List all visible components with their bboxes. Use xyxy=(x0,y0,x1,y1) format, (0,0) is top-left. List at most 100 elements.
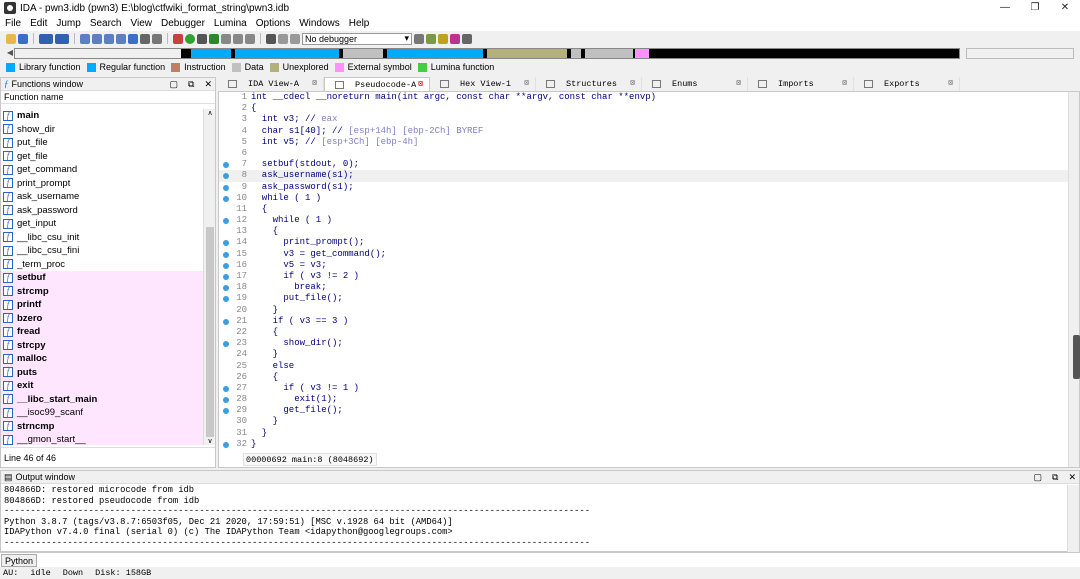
code-line[interactable]: 7 setbuf(stdout, 0); xyxy=(219,159,1069,170)
pane-float-icon[interactable]: ⧉ xyxy=(1052,471,1058,484)
breakpoint-dot-icon[interactable] xyxy=(219,126,233,137)
code-line[interactable]: 13 { xyxy=(219,226,1069,237)
function-list-item[interactable]: f strcmp xyxy=(1,284,205,298)
mark-icon[interactable] xyxy=(233,33,243,44)
tab-close-icon[interactable]: ⊠ xyxy=(842,77,847,91)
function-list-item[interactable]: f put_file xyxy=(1,136,205,150)
code-line[interactable]: 12 while ( 1 ) xyxy=(219,215,1069,226)
plugin-icon[interactable] xyxy=(209,33,219,44)
stop-icon[interactable] xyxy=(290,33,300,44)
code-line[interactable]: 22 { xyxy=(219,327,1069,338)
function-list-item[interactable]: f get_file xyxy=(1,150,205,164)
navigation-strip[interactable] xyxy=(14,47,960,59)
code-line[interactable]: 5 int v5; // [esp+3Ch] [ebp-4h] xyxy=(219,137,1069,148)
search-icon[interactable] xyxy=(140,33,150,44)
side-scroll-handle[interactable] xyxy=(1073,335,1080,379)
tab-hex-view-1[interactable]: Hex View-1 ⊠ xyxy=(430,77,536,91)
code-line[interactable]: 16 v5 = v3; xyxy=(219,260,1069,271)
code-line[interactable]: 15 v3 = get_command(); xyxy=(219,249,1069,260)
code-line[interactable]: 14 print_prompt(); xyxy=(219,237,1069,248)
menu-search[interactable]: Search xyxy=(90,18,122,29)
output-scrollbar[interactable] xyxy=(1067,485,1079,552)
open-folder-icon[interactable] xyxy=(6,33,16,44)
breakpoint-dot-icon[interactable] xyxy=(219,361,233,372)
code-line[interactable]: 6 xyxy=(219,148,1069,159)
breakpoint-dot-icon[interactable] xyxy=(219,170,233,181)
binary-icon[interactable] xyxy=(80,33,90,44)
scroll-thumb[interactable] xyxy=(206,227,214,437)
tab-close-icon[interactable]: ⊠ xyxy=(630,77,635,91)
breakpoint-dot-icon[interactable] xyxy=(219,394,233,405)
enum-icon[interactable] xyxy=(116,33,126,44)
pseudocode-view[interactable]: 1 int __cdecl __noreturn main(int argc, c… xyxy=(218,91,1080,468)
hex-icon[interactable] xyxy=(92,33,102,44)
breakpoint-dot-icon[interactable] xyxy=(219,282,233,293)
function-list-item[interactable]: f strcpy xyxy=(1,338,205,352)
breakpoint-dot-icon[interactable] xyxy=(219,316,233,327)
breakpoint-dot-icon[interactable] xyxy=(219,237,233,248)
tab-close-icon[interactable]: ⊠ xyxy=(524,77,529,91)
breakpoint-dot-icon[interactable] xyxy=(219,226,233,237)
tab-ida-view-a[interactable]: IDA View-A ⊠ xyxy=(218,77,324,91)
function-list-item[interactable]: f fread xyxy=(1,325,205,339)
menu-edit[interactable]: Edit xyxy=(30,18,47,29)
tab-close-icon[interactable]: ⊠ xyxy=(736,77,741,91)
code-line[interactable]: 21 if ( v3 == 3 ) xyxy=(219,316,1069,327)
breakpoint-dot-icon[interactable] xyxy=(219,349,233,360)
tab-pseudocode-a[interactable]: Pseudocode-A ⊠ xyxy=(324,77,430,91)
code-line[interactable]: 32} xyxy=(219,439,1069,450)
menu-help[interactable]: Help xyxy=(349,18,370,29)
function-list-item[interactable]: f _term_proc xyxy=(1,258,205,272)
functions-scrollbar[interactable]: ∧ ∨ xyxy=(203,109,215,445)
output-text[interactable]: 804866D: restored microcode from idb 8048… xyxy=(1,485,1067,552)
struct-icon[interactable] xyxy=(104,33,114,44)
tab-imports[interactable]: Imports ⊠ xyxy=(748,77,854,91)
code-line[interactable]: 10 while ( 1 ) xyxy=(219,193,1069,204)
breakpoint-dot-icon[interactable] xyxy=(219,260,233,271)
function-list-item[interactable]: f ask_password xyxy=(1,204,205,218)
tab-enums[interactable]: Enums ⊠ xyxy=(642,77,748,91)
play-icon[interactable] xyxy=(266,33,276,44)
function-list-item[interactable]: f get_input xyxy=(1,217,205,231)
breakpoint-dot-icon[interactable] xyxy=(219,249,233,260)
minimize-button[interactable]: — xyxy=(990,0,1020,16)
breakpoint-dot-icon[interactable] xyxy=(219,327,233,338)
jump-down-icon[interactable] xyxy=(128,33,138,44)
code-line[interactable]: 30 } xyxy=(219,416,1069,427)
code-line[interactable]: 23 show_dir(); xyxy=(219,338,1069,349)
code-line[interactable]: 8 ask_username(s1); xyxy=(219,170,1069,182)
code-line[interactable]: 2{ xyxy=(219,103,1069,114)
function-list-item[interactable]: f malloc xyxy=(1,352,205,366)
function-list-item[interactable]: f print_prompt xyxy=(1,177,205,191)
breakpoint-dot-icon[interactable] xyxy=(219,372,233,383)
breakpoint-dot-icon[interactable] xyxy=(219,215,233,226)
function-list-item[interactable]: f show_dir xyxy=(1,123,205,137)
python-button[interactable]: Python xyxy=(1,553,37,567)
menu-jump[interactable]: Jump xyxy=(56,18,80,29)
breakpoint-dot-icon[interactable] xyxy=(219,338,233,349)
breakpoint-dot-icon[interactable] xyxy=(219,137,233,148)
function-list-item[interactable]: f ask_username xyxy=(1,190,205,204)
breakpoint-dot-icon[interactable] xyxy=(219,405,233,416)
function-list-item[interactable]: f setbuf xyxy=(1,271,205,285)
breakpoint-dot-icon[interactable] xyxy=(219,103,233,114)
code-line[interactable]: 24 } xyxy=(219,349,1069,360)
menu-lumina[interactable]: Lumina xyxy=(214,18,247,29)
breakpoint-dot-icon[interactable] xyxy=(219,293,233,304)
dbg-color-icon[interactable] xyxy=(450,33,460,44)
pen-icon[interactable] xyxy=(221,33,231,44)
breakpoint-dot-icon[interactable] xyxy=(219,204,233,215)
function-name-column-header[interactable]: Function name xyxy=(1,91,215,104)
breakpoint-dot-icon[interactable] xyxy=(219,92,233,103)
code-line[interactable]: 4 char s1[40]; // [esp+14h] [ebp-2Ch] BY… xyxy=(219,126,1069,137)
code-line[interactable]: 1 int __cdecl __noreturn main(int argc, c… xyxy=(219,92,1069,103)
function-list-item[interactable]: f __gmon_start__ xyxy=(1,433,205,445)
debugger-config-icon[interactable] xyxy=(414,33,424,44)
function-list-item[interactable]: f strncmp xyxy=(1,419,205,433)
function-list-item[interactable]: f main xyxy=(1,109,205,123)
function-list-item[interactable]: f bzero xyxy=(1,311,205,325)
breakpoint-dot-icon[interactable] xyxy=(219,182,233,193)
pause-icon[interactable] xyxy=(278,33,288,44)
back-arrow-icon[interactable] xyxy=(39,33,53,44)
function-list-item[interactable]: f printf xyxy=(1,298,205,312)
